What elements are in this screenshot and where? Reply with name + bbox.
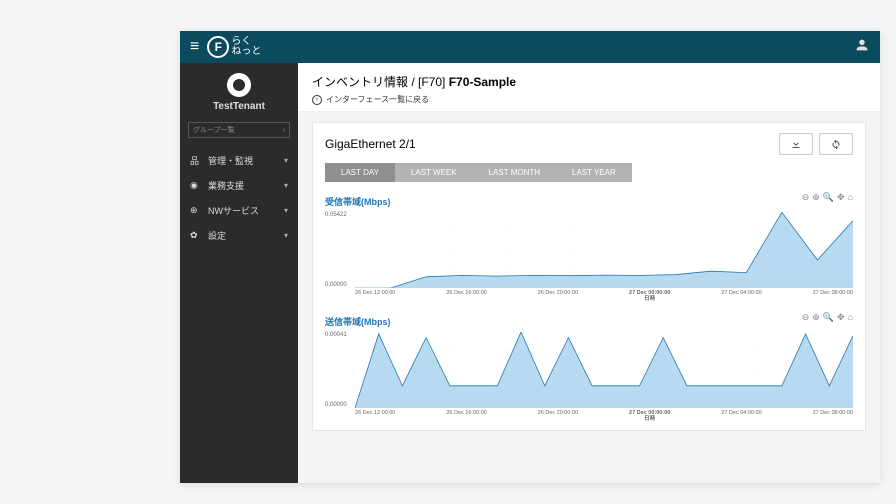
chevron-down-icon: ▾ bbox=[284, 206, 288, 215]
group-select[interactable]: グループ一覧 › bbox=[188, 122, 290, 138]
tab-last-day[interactable]: LAST DAY bbox=[325, 163, 395, 182]
tx-ymax: 0.00041 bbox=[325, 332, 347, 338]
back-arrow-icon: ‹ bbox=[312, 95, 322, 105]
sidebar-item-nw[interactable]: ⊕ NWサービス ▾ bbox=[180, 198, 298, 223]
breadcrumb: インベントリ情報 / [F70] F70-Sample bbox=[312, 73, 866, 90]
zoom-in-icon[interactable]: ⊕ bbox=[812, 312, 820, 323]
rx-ymax: 0.05422 bbox=[325, 212, 347, 218]
brand-logo[interactable]: F らく ねっと bbox=[207, 36, 261, 58]
gear-icon: ✿ bbox=[190, 230, 202, 241]
chart-rx-tools: ⊖ ⊕ 🔍 ✥ ⌂ bbox=[802, 192, 853, 203]
tenant-name: TestTenant bbox=[180, 101, 298, 112]
chart-tx-tools: ⊖ ⊕ 🔍 ✥ ⌂ bbox=[802, 312, 853, 323]
sitemap-icon: 品 bbox=[190, 154, 202, 167]
tenant-avatar-icon[interactable] bbox=[227, 73, 251, 97]
tab-last-month[interactable]: LAST MONTH bbox=[473, 163, 556, 182]
range-tabs: LAST DAY LAST WEEK LAST MONTH LAST YEAR bbox=[325, 163, 853, 182]
sidebar-item-settings[interactable]: ✿ 設定 ▾ bbox=[180, 223, 298, 248]
chart-tx-xaxis: 26 Dec 12:00:0026 Dec 16:00:0026 Dec 20:… bbox=[355, 410, 853, 422]
back-link[interactable]: ‹ インターフェース一覧に戻る bbox=[312, 94, 866, 105]
zoom-select-icon[interactable]: 🔍 bbox=[823, 192, 834, 203]
zoom-out-icon[interactable]: ⊖ bbox=[802, 192, 810, 203]
pan-icon[interactable]: ✥ bbox=[837, 192, 845, 203]
sidebar: TestTenant グループ一覧 › 品 管理・監視 ▾ ◉ 業務支援 ▾ ⊕… bbox=[180, 63, 298, 483]
tab-last-year[interactable]: LAST YEAR bbox=[556, 163, 632, 182]
brand-line2: ねっと bbox=[231, 47, 261, 57]
chart-tx: 送信帯域(Mbps) ⊖ ⊕ 🔍 ✥ ⌂ 0.00041 0.00000 26 … bbox=[325, 312, 853, 422]
sidebar-item-gyoumu[interactable]: ◉ 業務支援 ▾ bbox=[180, 173, 298, 198]
chart-tx-plot[interactable] bbox=[355, 332, 853, 408]
tab-last-week[interactable]: LAST WEEK bbox=[395, 163, 473, 182]
sidebar-item-manage[interactable]: 品 管理・監視 ▾ bbox=[180, 148, 298, 173]
chevron-down-icon: ▾ bbox=[284, 231, 288, 240]
chart-rx: 受信帯域(Mbps) ⊖ ⊕ 🔍 ✥ ⌂ 0.05422 0.00000 26 … bbox=[325, 192, 853, 302]
page-header: インベントリ情報 / [F70] F70-Sample ‹ インターフェース一覧… bbox=[298, 63, 880, 112]
menu-icon[interactable]: ≡ bbox=[190, 38, 199, 56]
chart-tx-title: 送信帯域(Mbps) bbox=[325, 317, 391, 327]
chevron-down-icon: ▾ bbox=[284, 181, 288, 190]
tenant-block: TestTenant bbox=[180, 63, 298, 116]
interface-card: GigaEthernet 2/1 LAST DAY LAST WEEK LAST… bbox=[312, 122, 866, 431]
chevron-down-icon: ▾ bbox=[284, 156, 288, 165]
main-content: インベントリ情報 / [F70] F70-Sample ‹ インターフェース一覧… bbox=[298, 63, 880, 483]
home-icon[interactable]: ⌂ bbox=[848, 312, 853, 323]
zoom-out-icon[interactable]: ⊖ bbox=[802, 312, 810, 323]
chart-rx-plot[interactable] bbox=[355, 212, 853, 288]
card-title: GigaEthernet 2/1 bbox=[325, 137, 416, 151]
chevron-right-icon: › bbox=[283, 127, 285, 134]
refresh-button[interactable] bbox=[819, 133, 853, 155]
download-button[interactable] bbox=[779, 133, 813, 155]
user-icon[interactable] bbox=[854, 37, 870, 58]
zoom-in-icon[interactable]: ⊕ bbox=[812, 192, 820, 203]
rx-ymin: 0.00000 bbox=[325, 282, 347, 288]
tx-ymin: 0.00000 bbox=[325, 402, 347, 408]
world-icon: ⊕ bbox=[190, 205, 202, 216]
top-bar: ≡ F らく ねっと bbox=[180, 31, 880, 63]
group-placeholder: グループ一覧 bbox=[193, 125, 235, 135]
chart-rx-title: 受信帯域(Mbps) bbox=[325, 197, 391, 207]
zoom-select-icon[interactable]: 🔍 bbox=[823, 312, 834, 323]
brand-mark: F bbox=[207, 36, 229, 58]
home-icon[interactable]: ⌂ bbox=[848, 192, 853, 203]
globe-icon: ◉ bbox=[190, 180, 202, 191]
chart-rx-xaxis: 26 Dec 12:00:0026 Dec 16:00:0026 Dec 20:… bbox=[355, 290, 853, 302]
pan-icon[interactable]: ✥ bbox=[837, 312, 845, 323]
